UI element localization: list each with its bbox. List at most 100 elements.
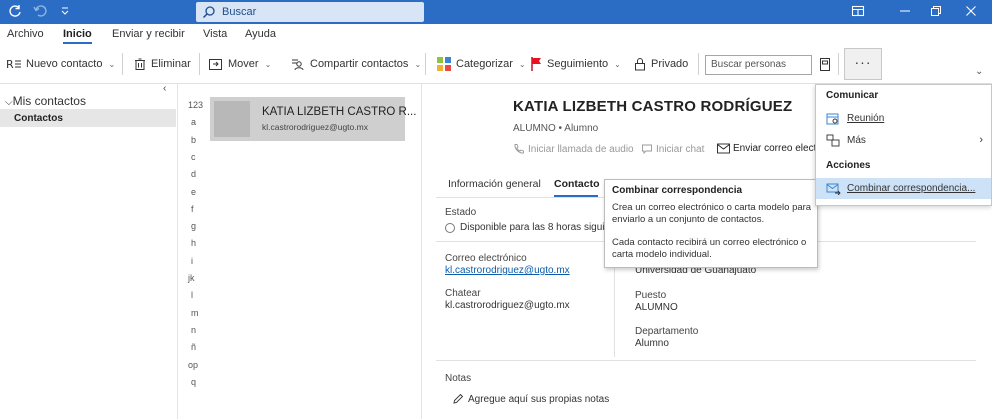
address-book-icon[interactable] (819, 57, 831, 72)
chat-value: kl.castrorodriguez@ugto.mx (445, 300, 570, 311)
restore-icon[interactable] (929, 4, 943, 18)
share-contacts-button[interactable]: Compartir contactos ⌄ (290, 55, 421, 73)
contact-card-name: KATIA LIZBETH CASTRO R... (262, 106, 417, 118)
department-value: Alumno (635, 338, 669, 349)
new-contact-icon: R (6, 58, 21, 71)
avatar (214, 101, 250, 137)
ribbon-expand-icon[interactable]: ⌄ (975, 66, 983, 77)
chevron-down-icon[interactable]: ⌄ (265, 60, 272, 69)
chevron-down-icon[interactable]: ⌄ (414, 60, 421, 69)
alphabet-index-letter[interactable]: d (191, 169, 196, 179)
alphabet-index-letter[interactable]: q (191, 377, 196, 387)
quick-access-dropdown-icon[interactable] (60, 3, 70, 17)
move-label: Mover (228, 58, 259, 70)
svg-text:R: R (6, 58, 14, 71)
new-contact-label: Nuevo contacto (26, 58, 103, 70)
pane-divider (421, 84, 422, 419)
job-title-value: ALUMNO (635, 302, 678, 313)
alphabet-index-letter[interactable]: f (191, 204, 194, 214)
move-icon (209, 59, 222, 70)
folder-pane: ⌵Mis contactos ‹ Contactos (0, 83, 178, 419)
collapse-pane-icon[interactable]: ‹ (163, 83, 166, 94)
undo-icon[interactable] (33, 4, 47, 18)
ribbon-separator (122, 53, 123, 75)
categorize-button[interactable]: Categorizar ⌄ (436, 55, 526, 73)
ribbon-separator (425, 53, 426, 75)
tab-contacto[interactable]: Contacto (554, 178, 600, 190)
dropdown-section-acciones: Acciones (826, 160, 871, 171)
chevron-down-icon[interactable]: ⌄ (108, 60, 115, 69)
menu-item-combinar-correspondencia[interactable]: Combinar correspondencia... (816, 178, 991, 199)
chat-action[interactable]: Iniciar chat (641, 143, 704, 155)
alphabet-index-letter[interactable]: ñ (191, 342, 196, 352)
sync-icon[interactable] (8, 4, 22, 18)
menu-ayuda[interactable]: Ayuda (245, 28, 276, 40)
alphabet-index-letter[interactable]: b (191, 135, 196, 145)
alphabet-index-letter[interactable]: op (188, 360, 198, 370)
minimize-icon[interactable] (898, 4, 912, 18)
menu-vista[interactable]: Vista (203, 28, 227, 40)
chat-icon (642, 144, 652, 155)
pencil-icon (453, 393, 464, 404)
more-contact-icon (826, 134, 840, 147)
title-bar: Buscar (0, 0, 992, 24)
contact-card-email: kl.castrorodriguez@ugto.mx (262, 122, 368, 132)
status-value: Disponible para las 8 horas siguie (460, 222, 611, 233)
share-contacts-label: Compartir contactos (310, 58, 409, 70)
delete-label: Eliminar (151, 58, 191, 70)
alphabet-index-letter[interactable]: l (191, 290, 193, 300)
folder-item-contactos[interactable]: Contactos (0, 109, 176, 127)
alphabet-index-letter[interactable]: e (191, 187, 196, 197)
presence-status-icon (445, 223, 455, 233)
more-options-button[interactable]: ··· (844, 48, 882, 80)
chevron-down-icon[interactable]: ⌄ (614, 60, 621, 69)
phone-icon (514, 144, 524, 154)
tab-informacion-general[interactable]: Información general (448, 178, 541, 190)
send-email-action[interactable]: Enviar correo electró (717, 143, 825, 154)
my-contacts-header[interactable]: ⌵Mis contactos (5, 94, 86, 108)
alphabet-index-letter[interactable]: n (191, 325, 196, 335)
lock-icon (635, 58, 645, 71)
chevron-right-icon: › (979, 134, 983, 146)
close-icon[interactable] (964, 4, 978, 18)
search-box[interactable]: Buscar (196, 2, 424, 22)
alphabet-index-letter[interactable]: g (191, 221, 196, 231)
audio-call-action[interactable]: Iniciar llamada de audio (513, 143, 634, 155)
share-contacts-icon (292, 59, 304, 71)
menu-bar: Archivo Inicio Enviar y recibir Vista Ay… (0, 24, 992, 44)
more-options-dropdown: Comunicar Reunión Más › Acciones Combina… (815, 84, 992, 206)
email-label: Correo electrónico (445, 253, 527, 264)
alphabet-index-letter[interactable]: m (191, 308, 199, 318)
new-contact-button[interactable]: R Nuevo contacto ⌄ (6, 55, 115, 73)
private-button[interactable]: Privado (633, 55, 688, 73)
move-button[interactable]: Mover ⌄ (208, 55, 271, 73)
layout-icon[interactable] (851, 4, 865, 18)
delete-button[interactable]: Eliminar (133, 55, 191, 73)
menu-item-mas[interactable]: Más › (816, 130, 991, 151)
chevron-down-icon: ⌵ (5, 97, 13, 108)
chevron-down-icon[interactable]: ⌄ (519, 60, 526, 69)
follow-up-button[interactable]: Seguimiento ⌄ (529, 55, 621, 73)
alphabet-index-letter[interactable]: i (191, 256, 193, 266)
email-link[interactable]: kl.castrorodriguez@ugto.mx (445, 265, 570, 276)
tooltip-title: Combinar correspondencia (612, 185, 743, 196)
private-label: Privado (651, 58, 689, 70)
menu-item-reunion[interactable]: Reunión (816, 108, 991, 129)
menu-archivo[interactable]: Archivo (7, 28, 44, 40)
alphabet-index-letter[interactable]: h (191, 238, 196, 248)
alphabet-index-letter[interactable]: a (191, 117, 196, 127)
menu-enviar-y-recibir[interactable]: Enviar y recibir (112, 28, 185, 40)
mail-merge-tooltip: Combinar correspondencia Crea un correo … (604, 179, 818, 268)
alphabet-index-letter[interactable]: jk (188, 273, 195, 283)
status-label: Estado (445, 207, 477, 218)
menu-inicio[interactable]: Inicio (63, 28, 92, 44)
search-input[interactable]: Buscar (222, 6, 256, 18)
alphabet-index-letter[interactable]: 123 (188, 100, 203, 110)
ribbon-separator (838, 53, 839, 75)
alphabet-index-letter[interactable]: c (191, 152, 196, 162)
ribbon: R Nuevo contacto ⌄ Eliminar Mover ⌄ Comp… (0, 44, 992, 84)
add-notes-button[interactable]: Agregue aquí sus propias notas (452, 393, 609, 405)
search-people-input[interactable]: Buscar personas (705, 55, 812, 75)
contact-card[interactable]: KATIA LIZBETH CASTRO R... kl.castrorodri… (210, 97, 416, 141)
ribbon-separator (199, 53, 200, 75)
